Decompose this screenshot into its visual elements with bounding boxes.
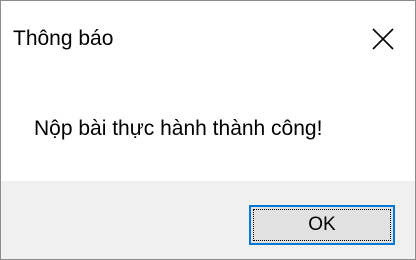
dialog-content: Nộp bài thực hành thành công!: [1, 79, 415, 181]
dialog-message: Nộp bài thực hành thành công!: [34, 117, 323, 140]
dialog-footer: OK: [1, 181, 415, 259]
ok-button-label: OK: [308, 214, 336, 235]
ok-button[interactable]: OK: [249, 205, 395, 245]
close-button[interactable]: [351, 1, 415, 79]
close-icon: [372, 28, 394, 50]
message-dialog: Thông báo Nộp bài thực hành thành công! …: [0, 0, 416, 260]
title-bar: Thông báo: [1, 1, 415, 79]
dialog-title: Thông báo: [13, 27, 114, 50]
